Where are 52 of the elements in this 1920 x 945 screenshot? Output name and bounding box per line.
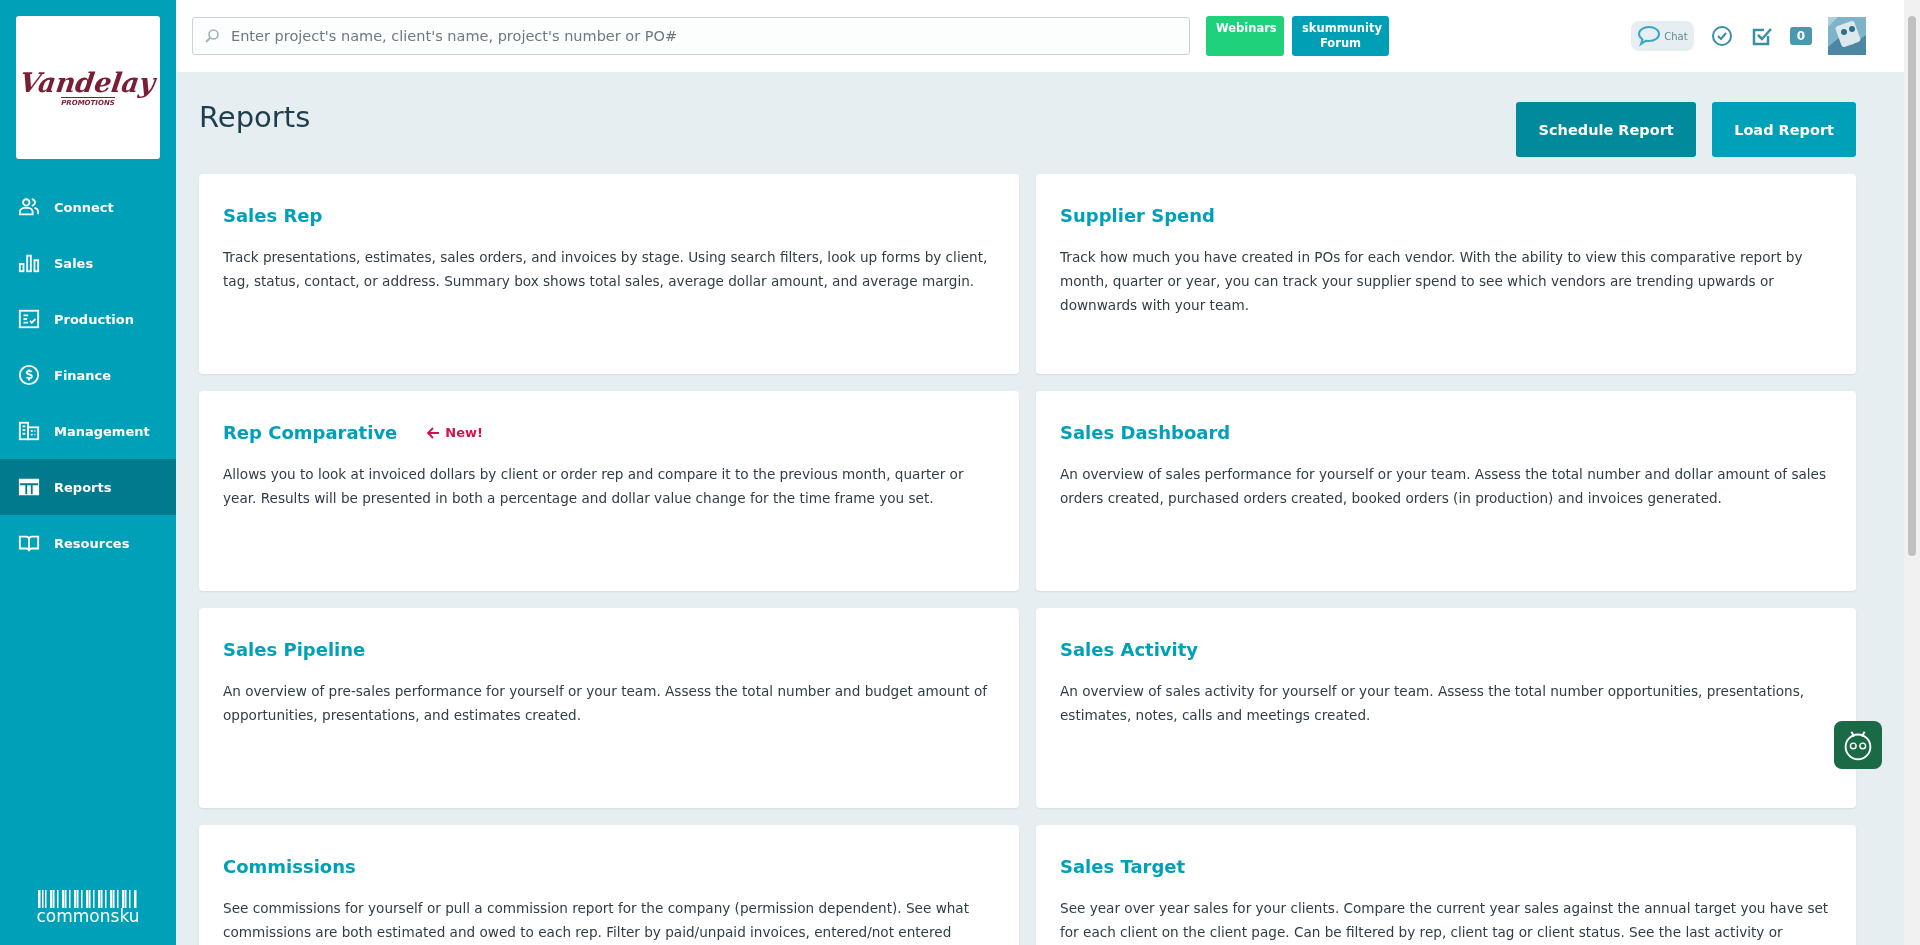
report-description: See year over year sales for your clients. Compare the current year sales against the annual target you have set for each client on the client page. Can be filtered by rep, client tag or client status. See the last activity or: [1060, 899, 1830, 942]
sidebar-item[interactable]: Finance: [0, 347, 176, 403]
report-description: Allows you to look at invoiced dollars by client or order rep and compare it to the previous month, quarter or year. Results will be presented in both a percentage and dollar value change for the time frame you set.: [223, 465, 965, 508]
scrollbar[interactable]: [1904, 0, 1920, 945]
new-label: New!: [425, 424, 483, 441]
sidebar-item[interactable]: Management: [0, 403, 176, 459]
search-field[interactable]: Enter project's name, client's name, project's number or PO#: [192, 17, 1190, 55]
schedule-report-button[interactable]: Schedule Report: [1516, 102, 1697, 157]
sidebar-item[interactable]: Sales: [0, 235, 176, 291]
notification-count[interactable]: 0: [1789, 27, 1812, 45]
clock-check-icon[interactable]: [1709, 24, 1734, 48]
bar-chart-icon: [18, 252, 40, 274]
dollar-icon: [18, 364, 40, 386]
header-link[interactable]: Webinars: [1206, 16, 1284, 56]
report-description: Track how much you have created in POs for each vendor. With the ability to view this comparative report by month, quarter or year, you can track your supplier spend to see which vendors are trending upwards or downwards with your team.: [1060, 248, 1804, 315]
sidebar-item[interactable]: Production: [0, 291, 176, 347]
speech-bubble-icon: [1637, 24, 1662, 48]
report-card[interactable]: Sales Activity An overview of sales activity for yourself or your team. Assess the total number opportunities, presentations, estimates, notes, calls and meetings created.: [1036, 608, 1856, 808]
load-report-button[interactable]: Load Report: [1712, 102, 1856, 157]
report-title[interactable]: Sales Rep: [223, 205, 323, 226]
barcode-icon: [38, 890, 138, 908]
people-icon: [18, 196, 40, 218]
report-card[interactable]: Sales Pipeline An overview of pre-sales performance for yourself or your team. Assess the total number and budget amount of opportunities, presentations, and estimates created.: [199, 608, 1019, 808]
building-icon: [18, 420, 40, 442]
brand-name: commonsku: [36, 908, 140, 925]
report-description: An overview of sales performance for yourself or your team. Assess the total number and dollar amount of sales orders created, purchased orders created, booked orders (in production) and invoices generated.: [1060, 465, 1828, 508]
report-description: An overview of pre-sales performance for yourself or your team. Assess the total number and budget amount of opportunities, presentations, and estimates created.: [223, 682, 989, 725]
sidebar-item[interactable]: Reports: [0, 459, 176, 515]
report-title[interactable]: Sales Pipeline: [223, 639, 366, 660]
report-title[interactable]: Rep Comparative: [223, 422, 398, 443]
table-icon: [18, 476, 40, 498]
sidebar-item[interactable]: Resources: [0, 515, 176, 571]
report-card[interactable]: [1036, 391, 1856, 591]
report-title[interactable]: Supplier Spend: [1060, 205, 1215, 226]
sidebar-item[interactable]: Connect: [0, 179, 176, 235]
report-card[interactable]: [1036, 174, 1856, 374]
report-card[interactable]: [199, 391, 1019, 591]
header-link[interactable]: skummunity Forum: [1292, 16, 1389, 56]
report-title[interactable]: Sales Activity: [1060, 639, 1199, 660]
report-title[interactable]: Sales Dashboard: [1060, 422, 1231, 443]
arrow-left-icon: [425, 424, 442, 441]
report-title[interactable]: Sales Target: [1060, 856, 1186, 877]
chat-button[interactable]: Chat: [1631, 21, 1694, 51]
report-card[interactable]: [199, 174, 1019, 374]
checklist-icon: [18, 308, 40, 330]
search-icon: [204, 28, 220, 44]
assistant-button[interactable]: [1834, 721, 1882, 769]
report-description: Track presentations, estimates, sales orders, and invoices by stage. Using search filters, look up forms by client, tag, status, contact, or address. Summary box shows total sales, average dollar amount, and average margin.: [223, 248, 989, 291]
report-description: See commissions for yourself or pull a commission report for the company (permission dependent). See what commissions are both estimated and owed to each rep. Filter by paid/unpaid invoices, entered/not entered: [223, 899, 971, 942]
page-title: Reports: [199, 100, 312, 134]
report-title[interactable]: Commissions: [223, 856, 356, 877]
report-description: An overview of sales activity for yourself or your team. Assess the total number opportunities, presentations, estimates, notes, calls and meetings created.: [1060, 682, 1806, 725]
